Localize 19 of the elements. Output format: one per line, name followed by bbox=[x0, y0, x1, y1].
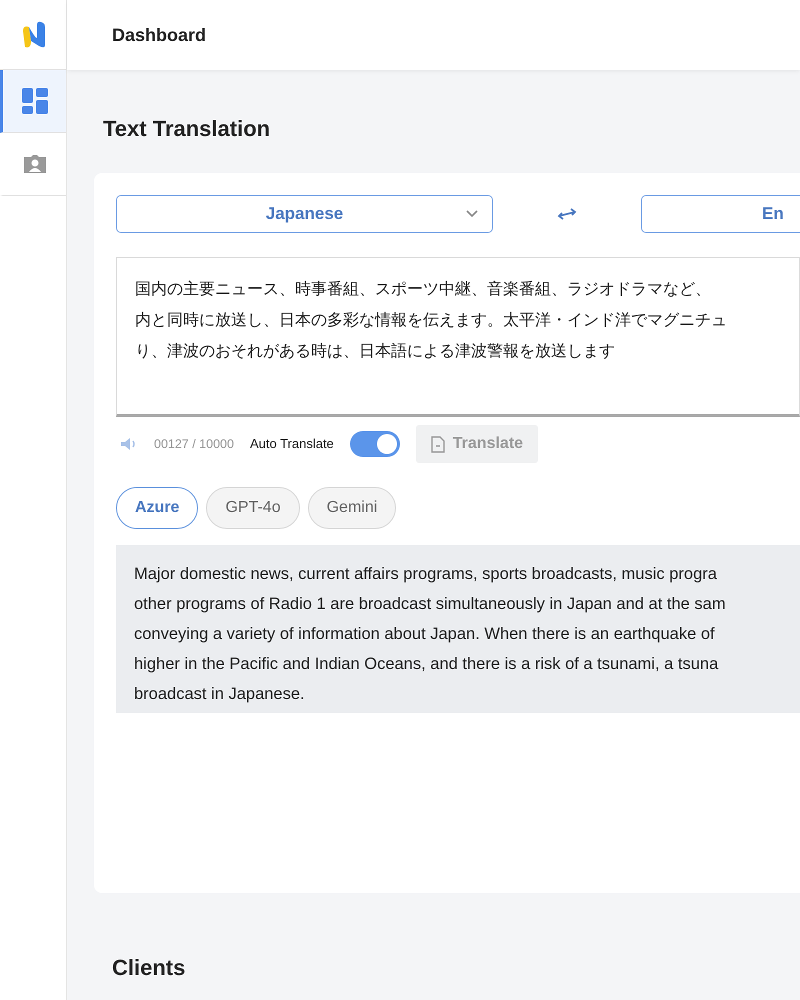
contact-card-icon bbox=[22, 154, 46, 174]
auto-translate-toggle[interactable] bbox=[350, 431, 400, 457]
engine-tab[interactable]: Azure bbox=[116, 487, 198, 529]
target-language-select[interactable]: En bbox=[641, 195, 800, 233]
source-language-select[interactable]: Japanese bbox=[116, 195, 493, 233]
character-count: 00127 / 10000 bbox=[154, 436, 234, 453]
translation-output: Major domestic news, current affairs programs, sports broadcasts, music progra other programs of Radio 1 are broadcast simultaneously in Japan and at the sam conveying a variety of information about Japan. When there is an earthquake of higher in the Pacific and Indian Oceans, and there is a risk of a tsunami, a tsuna broadcast in Japanese. bbox=[116, 545, 800, 713]
document-icon bbox=[430, 436, 445, 452]
engine-tab[interactable]: Gemini bbox=[308, 487, 396, 529]
source-text-input[interactable]: 国内の主要ニュース、時事番組、スポーツ中継、音楽番組、ラジオドラマなど、 内と同時に放送し、日本の多彩な情報を伝えます。太平洋・インド洋でマグニチュ り、津波のおそれがある時は、日本語による津波警報を放送します bbox=[116, 257, 800, 417]
chevron-down-icon bbox=[466, 210, 478, 218]
engine-tab[interactable]: GPT-4o bbox=[206, 487, 300, 529]
auto-translate-label: Auto Translate bbox=[250, 435, 334, 454]
dashboard-icon bbox=[20, 87, 48, 115]
swap-icon[interactable] bbox=[557, 207, 577, 221]
section-title: Clients bbox=[112, 954, 186, 982]
section-title: Text Translation bbox=[103, 115, 272, 143]
sidebar-item[interactable] bbox=[0, 70, 66, 133]
page-header-title: Dashboard bbox=[112, 24, 206, 46]
